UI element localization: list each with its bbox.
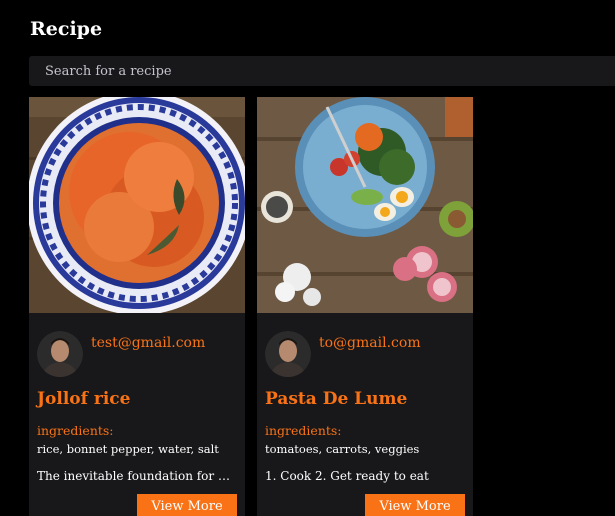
- author-email[interactable]: to@gmail.com: [319, 335, 421, 351]
- recipe-title: Jollof rice: [37, 389, 131, 409]
- jollof-rice-image: [29, 97, 245, 313]
- recipe-card: test@gmail.com Jollof rice ingredients: …: [29, 97, 245, 516]
- page-title: Recipe: [30, 18, 103, 40]
- view-more-button[interactable]: View More: [137, 494, 237, 516]
- avatar[interactable]: [37, 331, 83, 377]
- avatar[interactable]: [265, 331, 311, 377]
- search-input[interactable]: [29, 56, 615, 86]
- ingredients-list: rice, bonnet pepper, water, salt: [37, 442, 219, 456]
- ingredients-label: ingredients:: [265, 423, 342, 438]
- salad-bowl-image: [257, 97, 473, 313]
- recipe-description: The inevitable foundation for building a…: [37, 469, 234, 483]
- author-info: [265, 331, 311, 377]
- author-info: [37, 331, 83, 377]
- ingredients-label: ingredients:: [37, 423, 114, 438]
- recipe-description: 1. Cook 2. Get ready to eat: [265, 469, 429, 483]
- recipe-card: to@gmail.com Pasta De Lume ingredients: …: [257, 97, 473, 516]
- author-email[interactable]: test@gmail.com: [91, 335, 205, 351]
- recipe-title: Pasta De Lume: [265, 389, 408, 409]
- view-more-button[interactable]: View More: [365, 494, 465, 516]
- ingredients-list: tomatoes, carrots, veggies: [265, 442, 420, 456]
